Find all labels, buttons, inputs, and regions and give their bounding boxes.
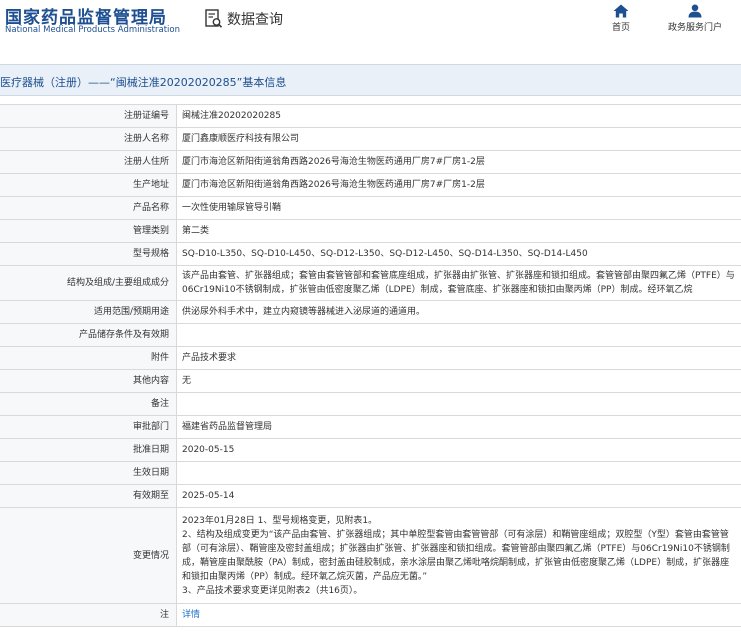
change-history-line: 2、结构及组成变更为“该产品由套管、扩张器组成；其中单腔型套管由套管管部（可有涂… bbox=[182, 529, 730, 582]
page-title-bar: 医疗器械（注册）——“闽械注准20202020285”基本信息 bbox=[0, 65, 741, 96]
table-row-change-history: 变更情况 2023年01月28日 1、型号规格变更，见附表1。 2、结构及组成变更为… bbox=[0, 507, 741, 604]
field-value: 厦门市海沧区新阳街道翁角西路2026号海沧生物医药通用厂房7#厂房1-2层 bbox=[176, 173, 741, 197]
field-label: 管理类别 bbox=[0, 219, 177, 243]
field-label: 有效期至 bbox=[0, 484, 177, 508]
table-row: 批准日期 2020-05-15 bbox=[0, 438, 741, 462]
field-label: 注册人住所 bbox=[0, 150, 177, 174]
nav-service-portal[interactable]: 政务服务门户 bbox=[668, 4, 722, 33]
field-value: 厦门市海沧区新阳街道翁角西路2026号海沧生物医药通用厂房7#厂房1-2层 bbox=[176, 150, 741, 174]
field-value: 2020-05-15 bbox=[176, 438, 741, 462]
field-label: 注册证编号 bbox=[0, 104, 177, 128]
field-label: 生效日期 bbox=[0, 461, 177, 485]
table-row: 其他内容无 bbox=[0, 369, 741, 393]
field-label: 注册人名称 bbox=[0, 127, 177, 151]
site-header: 国家药品监督管理局 National Medical Products Admi… bbox=[0, 0, 741, 44]
field-label: 产品名称 bbox=[0, 196, 177, 220]
details-link[interactable]: 详情 bbox=[182, 610, 200, 620]
field-value: 产品技术要求 bbox=[176, 346, 741, 370]
table-row: 注册人名称 厦门鑫康顺医疗科技有限公司 bbox=[0, 127, 741, 151]
table-row: 适用范围/预期用途 供泌尿外科手术中，建立内窥镜等器械进入泌尿道的通道用。 bbox=[0, 300, 741, 324]
field-label: 型号规格 bbox=[0, 242, 177, 266]
field-label: 附件 bbox=[0, 346, 177, 370]
change-history-line: 3、产品技术要求变更详见附表2（共16页）。 bbox=[182, 585, 363, 596]
field-value: 一次性使用输尿管导引鞘 bbox=[176, 196, 741, 220]
field-label: 适用范围/预期用途 bbox=[0, 300, 177, 324]
field-label: 备注 bbox=[0, 392, 177, 416]
table-row: 注册证编号 闽械注准20202020285 bbox=[0, 104, 741, 128]
change-history-line: 2023年01月28日 1、型号规格变更，见附表1。 bbox=[182, 515, 378, 526]
user-icon bbox=[688, 4, 702, 18]
field-value: 无 bbox=[176, 369, 741, 393]
field-value: 该产品由套管、扩张器组成；套管由套管管部和套管底座组成，扩张器由扩张管、扩张器座… bbox=[176, 265, 741, 301]
table-row: 生效日期 bbox=[0, 461, 741, 485]
field-label: 批准日期 bbox=[0, 438, 177, 462]
table-row: 产品名称 一次性使用输尿管导引鞘 bbox=[0, 196, 741, 220]
field-value: 第二类 bbox=[176, 219, 741, 243]
field-label: 变更情况 bbox=[0, 507, 177, 604]
home-icon bbox=[613, 4, 629, 18]
table-row: 附件 产品技术要求 bbox=[0, 346, 741, 370]
field-label: 审批部门 bbox=[0, 415, 177, 439]
table-row: 管理类别 第二类 bbox=[0, 219, 741, 243]
table-row: 生产地址 厦门市海沧区新阳街道翁角西路2026号海沧生物医药通用厂房7#厂房1-2… bbox=[0, 173, 741, 197]
field-value: 详情 bbox=[176, 603, 741, 627]
table-row: 注册人住所 厦门市海沧区新阳街道翁角西路2026号海沧生物医药通用厂房7#厂房1-… bbox=[0, 150, 741, 174]
data-query-link[interactable]: 数据查询 bbox=[205, 9, 283, 29]
field-value: 福建省药品监督管理局 bbox=[176, 415, 741, 439]
field-value: 闽械注准20202020285 bbox=[176, 104, 741, 128]
change-history-value: 2023年01月28日 1、型号规格变更，见附表1。 2、结构及组成变更为“该产品… bbox=[176, 507, 741, 604]
field-value: SQ-D10-L350、SQ-D10-L450、SQ-D12-L350、SQ-D… bbox=[176, 242, 741, 266]
nav-service-portal-label: 政务服务门户 bbox=[668, 23, 723, 33]
page-title: 医疗器械（注册）——“闽械注准20202020285”基本信息 bbox=[0, 76, 287, 89]
table-row: 型号规格 SQ-D10-L350、SQ-D10-L450、SQ-D12-L350、… bbox=[0, 242, 741, 266]
field-value bbox=[176, 392, 741, 416]
field-value: 2025-05-14 bbox=[176, 484, 741, 508]
nav-home[interactable]: 首页 bbox=[612, 4, 630, 33]
table-row-note: 注详情 bbox=[0, 603, 741, 627]
table-row: 产品储存条件及有效期 bbox=[0, 323, 741, 347]
field-value bbox=[176, 461, 741, 485]
data-query-label: 数据查询 bbox=[227, 12, 283, 28]
field-value: 供泌尿外科手术中，建立内窥镜等器械进入泌尿道的通道用。 bbox=[176, 300, 741, 324]
table-row: 备注 bbox=[0, 392, 741, 416]
site-logo-subtitle: National Medical Products Administration bbox=[5, 25, 180, 35]
field-label: 注 bbox=[0, 603, 177, 627]
field-label: 其他内容 bbox=[0, 369, 177, 393]
table-row: 有效期至 2025-05-14 bbox=[0, 484, 741, 508]
field-label: 结构及组成/主要组成成分 bbox=[0, 265, 177, 301]
field-value bbox=[176, 323, 741, 347]
nav-home-label: 首页 bbox=[612, 23, 631, 33]
field-label: 产品储存条件及有效期 bbox=[0, 323, 177, 347]
registration-info-table: 注册证编号 闽械注准20202020285 注册人名称 厦门鑫康顺医疗科技有限公司 注册… bbox=[0, 104, 741, 627]
field-label: 生产地址 bbox=[0, 173, 177, 197]
table-row: 结构及组成/主要组成成分 该产品由套管、扩张器组成；套管由套管管部和套管底座组成，… bbox=[0, 265, 741, 301]
document-search-icon bbox=[205, 9, 223, 28]
table-row: 审批部门 福建省药品监督管理局 bbox=[0, 415, 741, 439]
field-value: 厦门鑫康顺医疗科技有限公司 bbox=[176, 127, 741, 151]
